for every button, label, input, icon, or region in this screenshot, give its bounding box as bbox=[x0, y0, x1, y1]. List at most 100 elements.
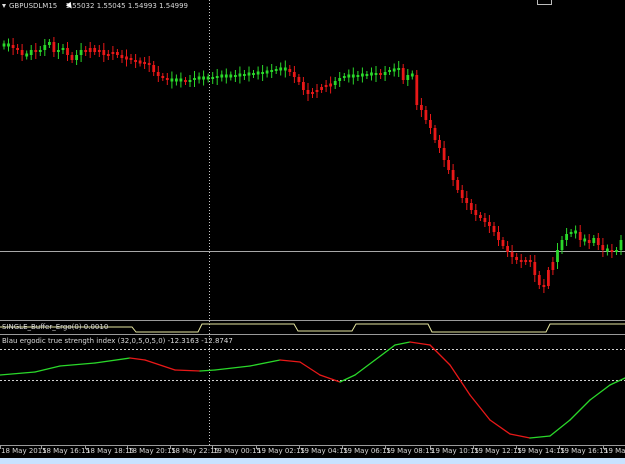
tsi-segment bbox=[409, 341, 431, 346]
candle-body bbox=[270, 70, 274, 72]
candle-body bbox=[179, 78, 183, 82]
candle-body bbox=[229, 74, 233, 78]
tsi-segment bbox=[94, 357, 131, 364]
tsi-segment bbox=[354, 359, 376, 376]
tsi-segment bbox=[569, 399, 591, 421]
candle-body bbox=[610, 250, 614, 252]
candle-body bbox=[442, 148, 446, 160]
candle-body bbox=[433, 128, 437, 140]
candle-body bbox=[370, 72, 373, 76]
candle-body bbox=[297, 77, 301, 82]
candle-body bbox=[25, 53, 29, 57]
time-axis-tick-label: 19 May 02:15 bbox=[257, 447, 306, 455]
candle-body bbox=[84, 50, 88, 52]
candle-body bbox=[315, 90, 319, 92]
candle-body bbox=[265, 70, 269, 74]
candle-body bbox=[329, 83, 332, 87]
candle-body bbox=[156, 72, 160, 76]
tsi-segment bbox=[394, 341, 411, 346]
time-axis-tick-label: 18 May 2015 bbox=[1, 447, 47, 455]
candle-body bbox=[29, 50, 33, 55]
candle-body bbox=[533, 262, 537, 275]
time-axis-tick-label: 19 May 04:15 bbox=[300, 447, 349, 455]
chart-tabs-bar[interactable] bbox=[0, 458, 625, 464]
chart-canvas[interactable] bbox=[0, 0, 625, 464]
candle-body bbox=[460, 190, 464, 198]
candle-body bbox=[206, 76, 210, 80]
candle-body bbox=[551, 262, 555, 270]
candle-body bbox=[347, 74, 351, 78]
candle-body bbox=[397, 68, 401, 70]
candle-body bbox=[61, 48, 65, 50]
candle-body bbox=[506, 246, 509, 252]
candle-body bbox=[302, 82, 305, 90]
candle-body bbox=[361, 73, 364, 77]
time-axis-tick-label: 19 May 12:15 bbox=[474, 447, 523, 455]
candle-body bbox=[256, 71, 260, 75]
candle-body bbox=[215, 76, 219, 78]
candle-body bbox=[379, 73, 382, 75]
candle-body bbox=[184, 80, 187, 82]
candle-body bbox=[342, 76, 346, 78]
candle-body bbox=[374, 73, 378, 75]
tsi-segment bbox=[279, 359, 301, 363]
candle-body bbox=[524, 260, 528, 262]
tsi-segment bbox=[549, 419, 571, 437]
candle-body bbox=[11, 45, 15, 48]
candle-body bbox=[175, 78, 178, 82]
candle-body bbox=[596, 238, 600, 245]
candle-body bbox=[601, 245, 605, 250]
trading-terminal-window: GBPUSDLM15 1.55032 1.55045 1.54993 1.549… bbox=[0, 0, 625, 464]
candle-body bbox=[510, 252, 514, 257]
candle-body bbox=[333, 81, 337, 85]
candle-body bbox=[188, 80, 192, 82]
candle-body bbox=[519, 260, 523, 262]
candle-body bbox=[356, 75, 360, 77]
candle-body bbox=[474, 210, 478, 215]
candle-body bbox=[569, 232, 573, 234]
tsi-segment bbox=[199, 369, 216, 372]
candle-body bbox=[152, 65, 156, 72]
candle-body bbox=[234, 75, 237, 77]
candle-body bbox=[34, 50, 38, 52]
candle-body bbox=[193, 78, 196, 80]
candle-body bbox=[197, 76, 201, 80]
tsi-segment bbox=[214, 365, 251, 371]
candle-body bbox=[447, 160, 450, 170]
candle-body bbox=[97, 50, 101, 52]
candle-body bbox=[365, 74, 369, 76]
candle-body bbox=[279, 67, 283, 71]
candle-body bbox=[202, 76, 205, 80]
candle-body bbox=[619, 240, 623, 250]
candle-body bbox=[116, 52, 119, 55]
candle-body bbox=[102, 50, 106, 55]
tsi-segment bbox=[174, 369, 201, 372]
candle-body bbox=[429, 120, 432, 128]
candle-body bbox=[383, 72, 387, 75]
tsi-segment bbox=[609, 377, 625, 386]
tsi-segment bbox=[0, 371, 36, 376]
candle-body bbox=[583, 238, 587, 242]
candle-body bbox=[211, 77, 215, 79]
candle-body bbox=[438, 140, 441, 148]
candle-body bbox=[134, 60, 137, 62]
tsi-segment bbox=[299, 361, 321, 376]
candle-body bbox=[129, 58, 133, 60]
candle-body bbox=[587, 240, 591, 243]
candle-body bbox=[320, 87, 323, 90]
candle-body bbox=[415, 75, 419, 105]
tsi-segment bbox=[589, 384, 611, 401]
candle-body bbox=[93, 48, 97, 52]
candle-body bbox=[106, 54, 110, 56]
candle-body bbox=[125, 56, 128, 60]
candle-body bbox=[224, 74, 228, 78]
candle-body bbox=[556, 250, 559, 262]
candle-body bbox=[401, 68, 405, 80]
tsi-segment bbox=[509, 433, 531, 439]
candle-body bbox=[492, 226, 496, 232]
candle-body bbox=[410, 73, 414, 77]
tsi-segment bbox=[469, 394, 491, 421]
candle-body bbox=[261, 72, 264, 74]
candle-body bbox=[170, 78, 174, 82]
candle-body bbox=[147, 63, 151, 65]
